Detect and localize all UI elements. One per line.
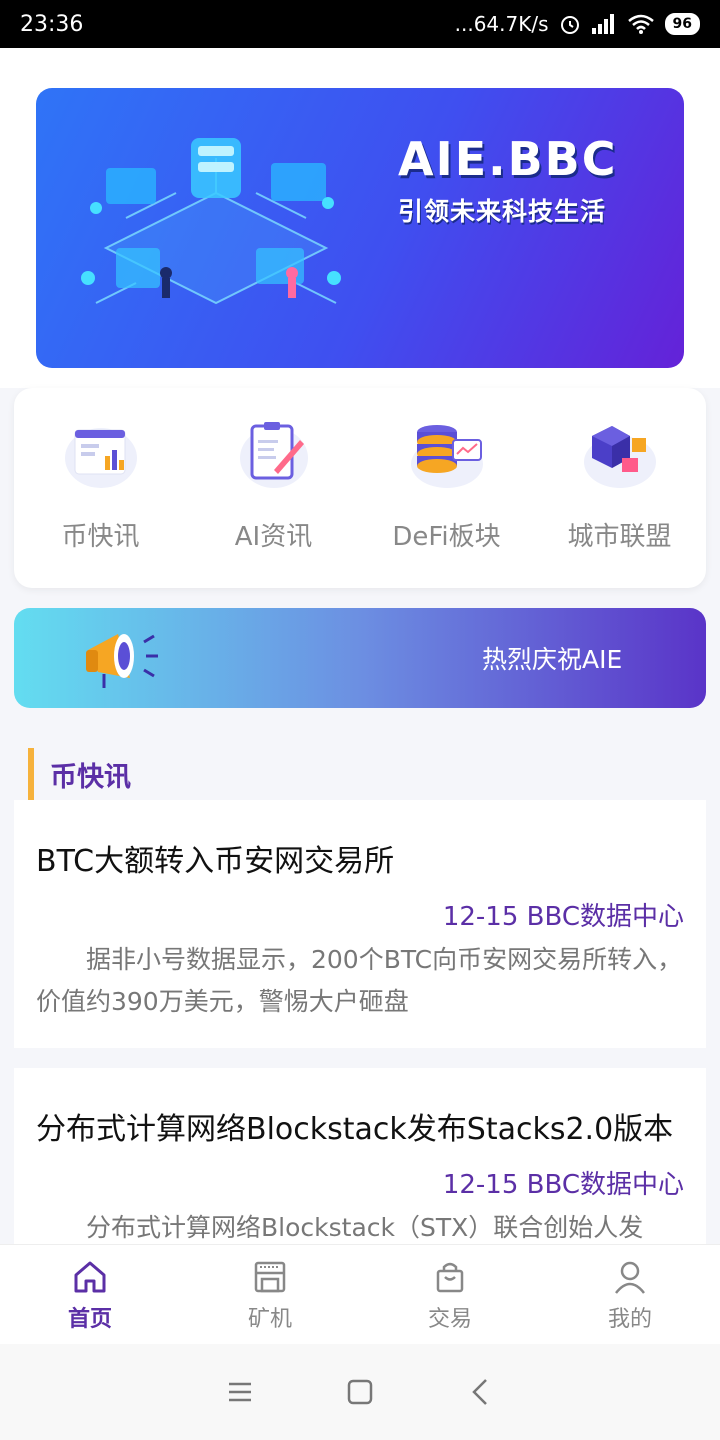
back-button[interactable] bbox=[460, 1372, 500, 1412]
quick-item-ai-news[interactable]: AI资讯 bbox=[187, 388, 360, 588]
tab-label-home: 首页 bbox=[67, 1306, 112, 1332]
tab-label-me: 我的 bbox=[607, 1306, 652, 1332]
network-speed: ...64.7K/s bbox=[454, 12, 549, 36]
database-chart-icon bbox=[410, 425, 483, 488]
status-bar: 23:36 ...64.7K/s 96 bbox=[0, 0, 720, 48]
status-time: 23:36 bbox=[20, 11, 84, 37]
section-title-coin-news: 币快讯 bbox=[28, 748, 131, 800]
tab-home[interactable]: 首页 bbox=[0, 1245, 180, 1344]
tab-me[interactable]: 我的 bbox=[540, 1245, 720, 1344]
notice-banner[interactable]: 热烈庆祝AIE bbox=[14, 608, 706, 708]
quick-label-ai-news: AI资讯 bbox=[234, 522, 313, 552]
section-title-text: 币快讯 bbox=[50, 761, 131, 793]
tab-miner[interactable]: 矿机 bbox=[180, 1245, 360, 1344]
news-title: 分布式计算网络Blockstack发布Stacks2.0版本 bbox=[36, 1112, 674, 1147]
quick-item-coin-news[interactable]: 币快讯 bbox=[14, 388, 187, 588]
news-body: 据非小号数据显示，200个BTC向币安网交易所转入，价值约390万美元，警惕大户… bbox=[36, 945, 683, 1016]
status-indicators: ...64.7K/s 96 bbox=[455, 12, 700, 36]
bottom-tab-bar: 首页 矿机 交易 我的 bbox=[0, 1244, 720, 1344]
news-meta: 12-15 BBC数据中心 bbox=[442, 902, 684, 932]
news-meta: 12-15 BBC数据中心 bbox=[442, 1170, 684, 1200]
home-button[interactable] bbox=[340, 1372, 380, 1412]
megaphone-icon bbox=[86, 634, 158, 688]
tab-label-miner: 矿机 bbox=[247, 1306, 292, 1332]
wifi-icon bbox=[627, 14, 654, 34]
menu-button[interactable] bbox=[220, 1372, 260, 1412]
menu-icon bbox=[229, 1382, 251, 1402]
home-icon bbox=[74, 1261, 106, 1292]
news-title: BTC大额转入币安网交易所 bbox=[36, 844, 395, 879]
tab-trade[interactable]: 交易 bbox=[360, 1245, 540, 1344]
notice-text: 热烈庆祝AIE bbox=[482, 645, 623, 674]
quick-label-coin-news: 币快讯 bbox=[61, 522, 140, 552]
battery-icon: 96 bbox=[664, 13, 700, 35]
battery-level: 96 bbox=[672, 16, 692, 32]
signal-icon bbox=[591, 14, 614, 34]
user-icon bbox=[615, 1261, 645, 1294]
miner-icon bbox=[254, 1261, 286, 1292]
banner-subtitle: 引领未来科技生活 bbox=[398, 197, 607, 226]
news-chart-icon bbox=[64, 428, 137, 488]
clipboard-pen-icon bbox=[239, 422, 308, 488]
banner-title: AIE.BBC bbox=[398, 132, 618, 186]
alarm-icon bbox=[560, 16, 579, 34]
quick-menu: 币快讯 AI资讯 DeFi板块 城市联盟 bbox=[14, 388, 706, 588]
quick-item-city-alliance[interactable]: 城市联盟 bbox=[533, 388, 706, 588]
hero-banner[interactable]: AIE.BBC 引领未来科技生活 bbox=[36, 88, 684, 368]
news-item[interactable]: BTC大额转入币安网交易所 12-15 BBC数据中心 据非小号数据显示，200… bbox=[14, 800, 706, 1048]
quick-label-city-alliance: 城市联盟 bbox=[567, 522, 672, 552]
main-content[interactable]: AIE.BBC 引领未来科技生活 币快讯 AI资讯 DeFi板块 城市联盟 热烈… bbox=[0, 48, 720, 1244]
quick-label-defi: DeFi板块 bbox=[392, 522, 501, 552]
news-item[interactable]: 分布式计算网络Blockstack发布Stacks2.0版本 12-15 BBC… bbox=[14, 1068, 706, 1244]
system-nav-bar bbox=[0, 1344, 720, 1440]
square-icon bbox=[347, 1379, 373, 1405]
tab-label-trade: 交易 bbox=[427, 1306, 472, 1332]
news-body: 分布式计算网络Blockstack（STX）联合创始人发 bbox=[86, 1213, 644, 1242]
cubes-icon bbox=[583, 426, 656, 488]
tech-isometric-illustration bbox=[81, 138, 341, 305]
back-icon bbox=[472, 1379, 487, 1405]
quick-item-defi[interactable]: DeFi板块 bbox=[360, 388, 533, 588]
shopping-bag-icon bbox=[436, 1262, 464, 1292]
